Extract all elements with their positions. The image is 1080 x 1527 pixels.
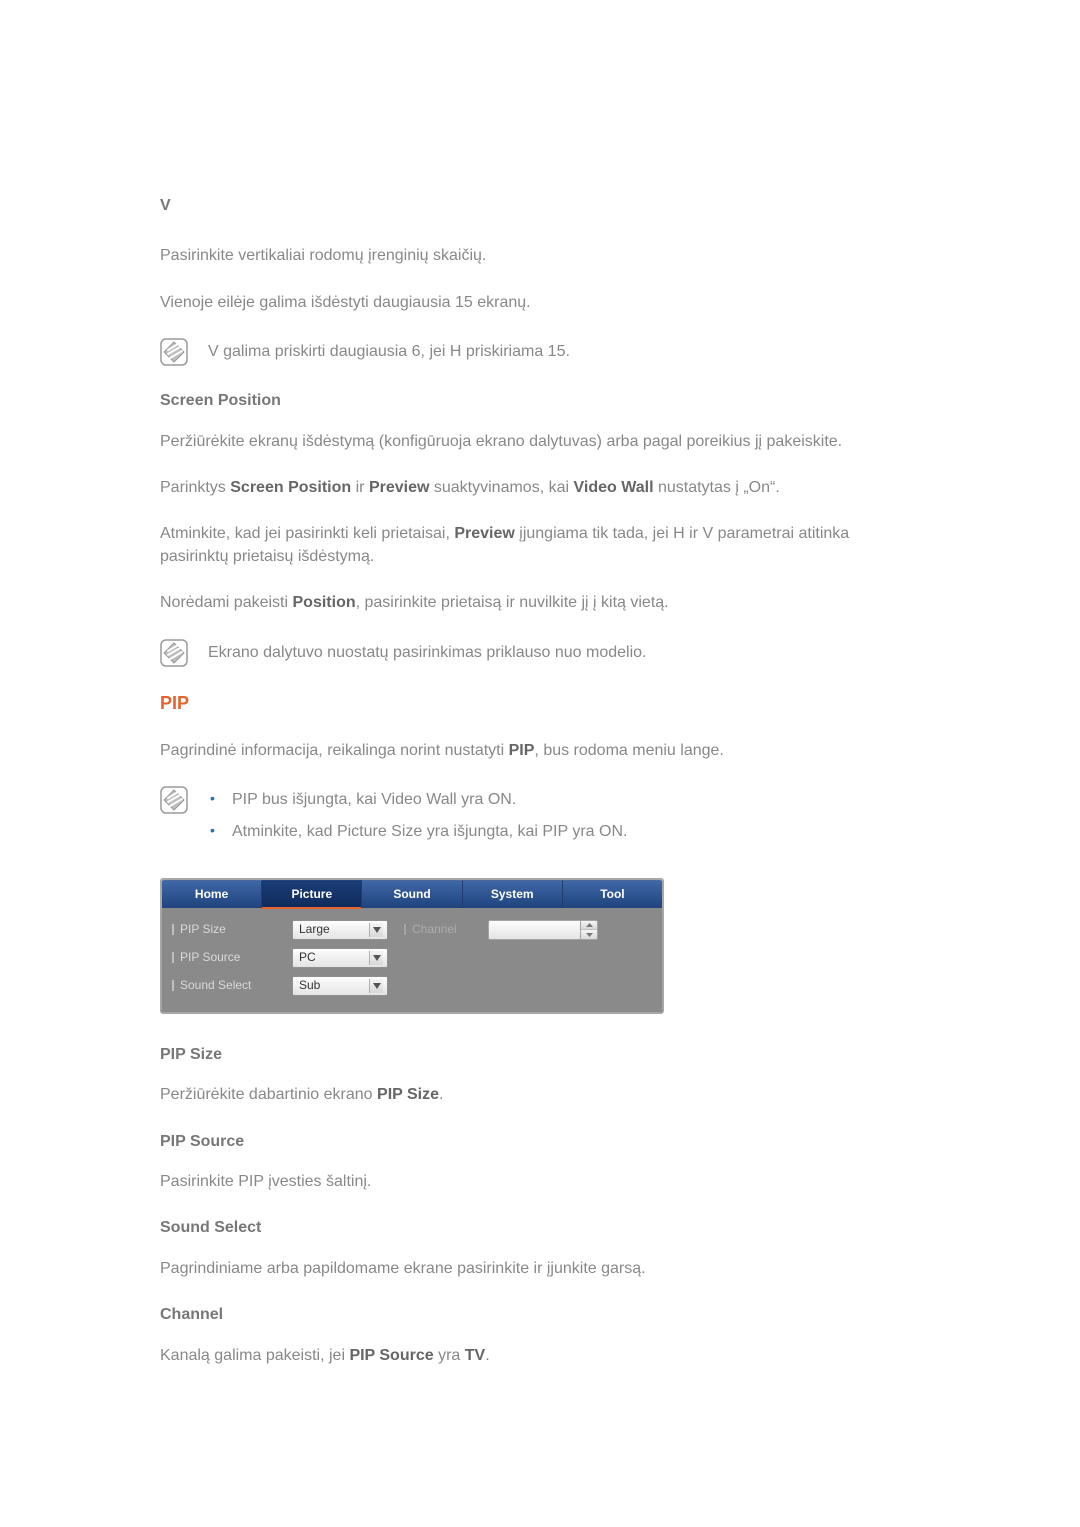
chevron-down-icon — [369, 979, 383, 993]
paragraph: Pasirinkite PIP įvesties šaltinį. — [160, 1171, 920, 1193]
text-bold: ON — [488, 791, 512, 808]
text-bold: Screen Position — [230, 479, 351, 496]
label-pip-size: PIP Size — [172, 921, 292, 938]
select-pip-source[interactable]: PC — [292, 948, 388, 968]
paragraph: Atminkite, kad jei pasirinkti keli priet… — [160, 523, 920, 568]
tab-home[interactable]: Home — [162, 880, 262, 908]
select-sound-select[interactable]: Sub — [292, 976, 388, 996]
text: Pagrindinė informacija, reikalinga norin… — [160, 742, 509, 759]
note: V galima priskirti daugiausia 6, jei H p… — [160, 338, 920, 366]
paragraph: Pagrindinė informacija, reikalinga norin… — [160, 740, 920, 762]
text-bold: PIP — [232, 791, 258, 808]
text: , pasirinkite prietaisą ir nuvilkite jį … — [356, 594, 669, 611]
text-bold: PIP Size — [377, 1086, 439, 1103]
text: suaktyvinamos, kai — [429, 479, 573, 496]
tab-system[interactable]: System — [463, 880, 563, 908]
label-channel: Channel — [404, 921, 488, 938]
text: yra išjungta, kai — [422, 823, 542, 840]
text-bold: PIP — [542, 823, 568, 840]
paragraph: Peržiūrėkite ekranų išdėstymą (konfigūru… — [160, 431, 920, 453]
heading-screen-position: Screen Position — [160, 390, 920, 412]
select-value: Large — [299, 921, 330, 938]
text: Atminkite, kad jei pasirinkti keli priet… — [160, 525, 454, 542]
paragraph: Vienoje eilėje galima išdėstyti daugiaus… — [160, 292, 920, 314]
text: Norėdami pakeisti — [160, 594, 293, 611]
heading-pip-source: PIP Source — [160, 1131, 920, 1153]
tab-sound[interactable]: Sound — [362, 880, 462, 908]
row-sound-select: Sound Select Sub — [172, 972, 652, 1000]
note-text: PIP bus išjungta, kai Video Wall yra ON.… — [208, 786, 627, 854]
text-bold: Preview — [369, 479, 429, 496]
paragraph: Pasirinkite vertikaliai rodomų įrenginių… — [160, 245, 920, 267]
heading-pip: PIP — [160, 691, 920, 716]
text: bus išjungta, kai — [258, 791, 382, 808]
select-pip-size[interactable]: Large — [292, 920, 388, 940]
panel-body: PIP Size Large Channel PIP Source PC — [162, 908, 662, 1012]
note-text: V galima priskirti daugiausia 6, jei H p… — [208, 338, 570, 363]
chevron-down-icon — [369, 951, 383, 965]
text-bold: PIP Source — [349, 1347, 433, 1364]
text-bold: Position — [293, 594, 356, 611]
channel-field[interactable] — [488, 920, 580, 940]
select-value: Sub — [299, 977, 320, 994]
text: , bus rodoma meniu lange. — [534, 742, 723, 759]
note: PIP bus išjungta, kai Video Wall yra ON.… — [160, 786, 920, 854]
stepper-down-icon[interactable] — [581, 930, 597, 939]
text: . — [485, 1347, 489, 1364]
paragraph: Norėdami pakeisti Position, pasirinkite … — [160, 592, 920, 614]
text-bold: PIP — [509, 742, 535, 759]
text-bold: Video Wall — [574, 479, 654, 496]
text: Peržiūrėkite dabartinio ekrano — [160, 1086, 377, 1103]
note-text: Ekrano dalytuvo nuostatų pasirinkimas pr… — [208, 639, 646, 664]
list-item: Atminkite, kad Picture Size yra išjungta… — [208, 821, 627, 843]
label-pip-source: PIP Source — [172, 949, 292, 966]
text-bold: Picture Size — [337, 823, 422, 840]
row-pip-size: PIP Size Large Channel — [172, 916, 652, 944]
note-icon — [160, 338, 188, 366]
paragraph: Peržiūrėkite dabartinio ekrano PIP Size. — [160, 1084, 920, 1106]
stepper-up-icon[interactable] — [581, 921, 597, 931]
heading-v: V — [160, 195, 920, 217]
row-pip-source: PIP Source PC — [172, 944, 652, 972]
paragraph: Pagrindiniame arba papildomame ekrane pa… — [160, 1258, 920, 1280]
text: . — [512, 791, 516, 808]
text-bold: Video Wall — [381, 791, 457, 808]
channel-stepper[interactable] — [488, 920, 598, 940]
text: Kanalą galima pakeisti, jei — [160, 1347, 349, 1364]
chevron-down-icon — [369, 923, 383, 937]
text: . — [623, 823, 627, 840]
text-bold: ON — [599, 823, 623, 840]
note: Ekrano dalytuvo nuostatų pasirinkimas pr… — [160, 639, 920, 667]
text: yra — [457, 791, 488, 808]
paragraph: Kanalą galima pakeisti, jei PIP Source y… — [160, 1345, 920, 1367]
heading-pip-size: PIP Size — [160, 1044, 920, 1066]
heading-sound-select: Sound Select — [160, 1217, 920, 1239]
note-icon — [160, 639, 188, 667]
text: yra — [434, 1347, 465, 1364]
text-bold: TV — [465, 1347, 485, 1364]
text: . — [439, 1086, 443, 1103]
label-sound-select: Sound Select — [172, 977, 292, 994]
text: Atminkite, kad — [232, 823, 337, 840]
note-icon — [160, 786, 188, 814]
pip-settings-panel: Home Picture Sound System Tool PIP Size … — [160, 878, 664, 1014]
paragraph: Parinktys Screen Position ir Preview sua… — [160, 477, 920, 499]
list-item: PIP bus išjungta, kai Video Wall yra ON. — [208, 789, 627, 811]
text-bold: Preview — [454, 525, 514, 542]
heading-channel: Channel — [160, 1304, 920, 1326]
tab-tool[interactable]: Tool — [563, 880, 662, 908]
text: Parinktys — [160, 479, 230, 496]
text: ir — [351, 479, 369, 496]
tab-picture[interactable]: Picture — [262, 880, 362, 908]
select-value: PC — [299, 949, 316, 966]
text: nustatytas į „On“. — [654, 479, 780, 496]
text: yra — [568, 823, 599, 840]
tab-bar: Home Picture Sound System Tool — [162, 880, 662, 908]
